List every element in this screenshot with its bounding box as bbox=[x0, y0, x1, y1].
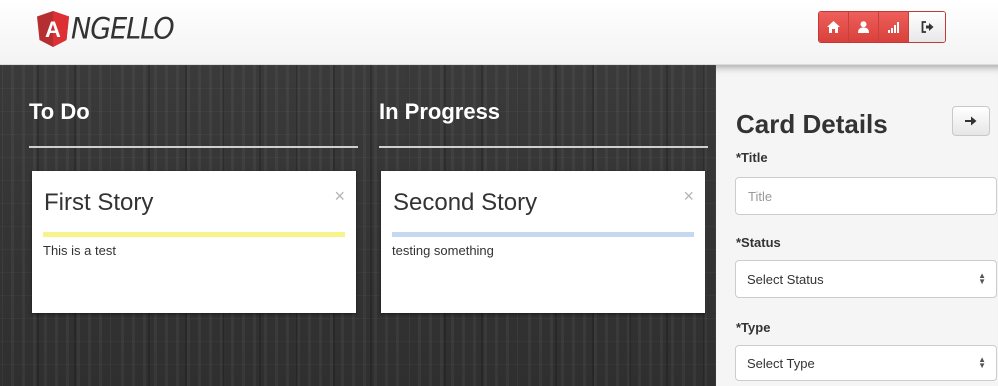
type-label: *Type bbox=[736, 320, 771, 335]
logo-text: NGELLO bbox=[71, 12, 175, 46]
status-select[interactable]: Select Status ▲ ▼ bbox=[735, 260, 997, 298]
home-icon bbox=[827, 21, 840, 33]
logout-button[interactable] bbox=[909, 12, 945, 42]
status-label: *Status bbox=[736, 235, 781, 250]
story-type-bar bbox=[43, 232, 345, 237]
delete-story-button[interactable]: × bbox=[683, 187, 694, 205]
top-navbar: A NGELLO bbox=[0, 0, 998, 65]
logout-icon bbox=[921, 21, 933, 33]
status-select-value: Select Status bbox=[747, 271, 824, 287]
column-divider bbox=[29, 146, 358, 148]
nav-button-group bbox=[818, 11, 946, 43]
arrow-right-icon bbox=[965, 116, 977, 126]
title-label: *Title bbox=[736, 150, 768, 165]
story-description: testing something bbox=[392, 243, 494, 258]
user-icon bbox=[858, 21, 869, 33]
column-title: In Progress bbox=[379, 99, 501, 124]
title-input[interactable] bbox=[735, 177, 997, 215]
collapse-details-button[interactable] bbox=[952, 106, 990, 136]
app-logo[interactable]: A NGELLO bbox=[36, 9, 175, 49]
logo-letter: A bbox=[45, 17, 61, 42]
story-board: To Do First Story × This is a test In Pr… bbox=[0, 65, 716, 386]
story-card[interactable]: First Story × This is a test bbox=[32, 171, 356, 313]
type-select-value: Select Type bbox=[747, 355, 815, 371]
delete-story-button[interactable]: × bbox=[334, 187, 345, 205]
stats-button[interactable] bbox=[879, 12, 909, 42]
story-card[interactable]: Second Story × testing something bbox=[381, 171, 705, 313]
details-title: Card Details bbox=[736, 109, 888, 139]
angular-shield-icon: A bbox=[37, 11, 69, 47]
story-description: This is a test bbox=[43, 243, 116, 258]
card-details-panel: Card Details *Title *Status Select Statu… bbox=[716, 65, 998, 386]
home-button[interactable] bbox=[819, 12, 849, 42]
type-select[interactable]: Select Type ▲ ▼ bbox=[735, 345, 997, 381]
story-title: First Story bbox=[44, 189, 154, 216]
stats-icon bbox=[888, 21, 899, 33]
column-title: To Do bbox=[29, 99, 90, 124]
story-type-bar bbox=[392, 232, 694, 237]
select-arrows-icon: ▲ ▼ bbox=[978, 271, 986, 286]
story-title: Second Story bbox=[393, 189, 538, 216]
user-button[interactable] bbox=[849, 12, 879, 42]
column-divider bbox=[379, 146, 708, 148]
select-arrows-icon: ▲ ▼ bbox=[978, 355, 986, 370]
